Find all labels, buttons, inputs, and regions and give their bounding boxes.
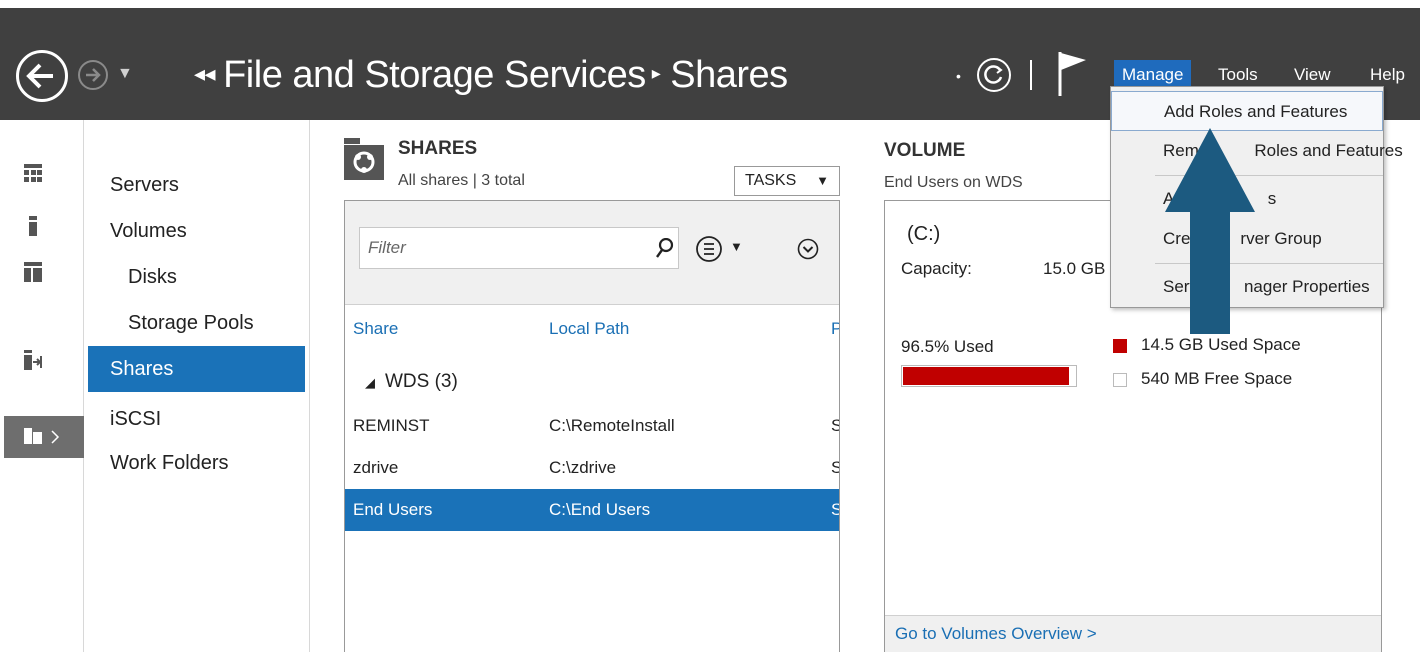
dashboard-icon[interactable] <box>24 164 42 184</box>
volume-footer: Go to Volumes Overview > <box>885 615 1381 652</box>
annotation-arrow-icon <box>1165 128 1255 334</box>
table-row-selected[interactable]: End Users C:\End Users S <box>345 489 839 531</box>
toolbar-divider <box>1030 60 1032 90</box>
capacity-label: Capacity: <box>901 259 972 278</box>
menu-item-add-roles[interactable]: Add Roles and Features <box>1111 91 1383 131</box>
nav-item-servers[interactable]: Servers <box>88 162 305 208</box>
legend-used-text: 14.5 GB Used Space <box>1141 335 1301 354</box>
shares-title: SHARES <box>398 138 478 159</box>
nav-item-iscsi[interactable]: iSCSI <box>88 396 305 442</box>
menu-item-text-part: nager Properties <box>1243 277 1370 296</box>
refresh-button[interactable] <box>977 58 1011 92</box>
share-protocol: S <box>831 405 839 447</box>
nav-item-volumes[interactable]: Volumes <box>88 208 305 254</box>
volume-title: VOLUME <box>884 140 966 161</box>
navigation-pane: Servers Volumes Disks Storage Pools Shar… <box>88 120 310 652</box>
menu-item-text-part: s <box>1267 189 1277 208</box>
search-icon[interactable] <box>656 238 674 258</box>
nav-item-disks[interactable]: Disks <box>88 254 305 300</box>
column-header-local-path[interactable]: Local Path <box>549 319 629 339</box>
expand-collapse-icon[interactable] <box>797 238 819 260</box>
legend-free-swatch <box>1113 373 1127 387</box>
capacity-value: 15.0 GB <box>1043 259 1106 278</box>
share-path: C:\End Users <box>549 500 651 519</box>
table-row[interactable]: REMINST C:\RemoteInstall S <box>345 405 839 447</box>
share-protocol: S <box>831 489 839 531</box>
column-header-protocol[interactable]: P <box>831 319 839 339</box>
nav-item-shares[interactable]: Shares <box>88 346 305 392</box>
tasks-caret-icon: ▼ <box>816 173 829 188</box>
list-options-icon[interactable] <box>695 235 723 263</box>
share-path: C:\RemoteInstall <box>549 416 675 435</box>
legend-used-swatch <box>1113 339 1127 353</box>
column-header-share[interactable]: Share <box>353 319 398 339</box>
expand-chevron-icon[interactable] <box>50 430 60 444</box>
nav-item-storage-pools[interactable]: Storage Pools <box>88 300 305 346</box>
share-name: REMINST <box>353 416 430 435</box>
shares-tasks-button[interactable]: TASKS ▼ <box>734 166 840 196</box>
icon-rail <box>0 120 84 652</box>
breadcrumb-current: Shares <box>670 54 788 96</box>
legend-free-text: 540 MB Free Space <box>1141 369 1293 388</box>
share-name: End Users <box>353 500 433 519</box>
list-options-caret-icon[interactable]: ▼ <box>730 239 743 254</box>
table-row[interactable]: zdrive C:\zdrive S <box>345 447 839 489</box>
forward-button[interactable] <box>78 60 108 90</box>
volumes-overview-link[interactable]: Go to Volumes Overview > <box>895 624 1097 644</box>
group-collapse-icon[interactable]: ◢ <box>365 375 375 390</box>
breadcrumb: ◂◂ File and Storage Services ▸ Shares <box>186 54 788 97</box>
group-label: WDS (3) <box>385 371 458 392</box>
nav-item-work-folders[interactable]: Work Folders <box>88 440 305 486</box>
usage-bar <box>901 365 1077 387</box>
volume-subtitle: End Users on WDS <box>884 174 1023 191</box>
history-dropdown-icon[interactable]: ▼ <box>117 65 133 83</box>
share-protocol: S <box>831 447 839 489</box>
refresh-dropdown-icon[interactable]: • <box>956 68 961 84</box>
breadcrumb-separator-icon: ▸ <box>651 63 661 83</box>
used-percent: 96.5% Used <box>901 337 994 356</box>
tasks-label: TASKS <box>745 172 797 189</box>
volume-drive-label: (C:) <box>907 223 941 245</box>
local-server-icon[interactable] <box>24 216 42 236</box>
filter-bar: Filter ▼ <box>345 201 839 305</box>
breadcrumb-back-chevron-icon[interactable]: ◂◂ <box>194 61 216 86</box>
back-arrow-icon <box>26 63 53 89</box>
refresh-icon <box>984 65 1003 84</box>
group-row-wds[interactable]: ◢ WDS (3) <box>365 371 458 393</box>
back-button[interactable] <box>16 50 68 102</box>
filter-placeholder: Filter <box>368 238 406 257</box>
forward-arrow-icon <box>86 68 101 82</box>
share-path: C:\zdrive <box>549 458 617 477</box>
share-name: zdrive <box>353 458 399 477</box>
role-export-icon[interactable] <box>24 350 42 370</box>
breadcrumb-parent[interactable]: File and Storage Services <box>223 54 646 96</box>
usage-bar-fill <box>903 367 1069 385</box>
shares-subtitle: All shares | 3 total <box>398 172 525 189</box>
notifications-flag-icon[interactable] <box>1056 50 1090 98</box>
rail-active-highlight <box>4 416 84 458</box>
all-servers-icon[interactable] <box>24 262 42 282</box>
shares-panel: Filter ▼ Share Local Path P ◢ WDS (3) REM… <box>344 200 840 652</box>
file-storage-icon[interactable] <box>24 426 42 446</box>
menu-item-text-part: Roles and Features <box>1254 141 1403 160</box>
filter-input[interactable]: Filter <box>359 227 679 269</box>
shares-folder-icon <box>344 138 384 180</box>
